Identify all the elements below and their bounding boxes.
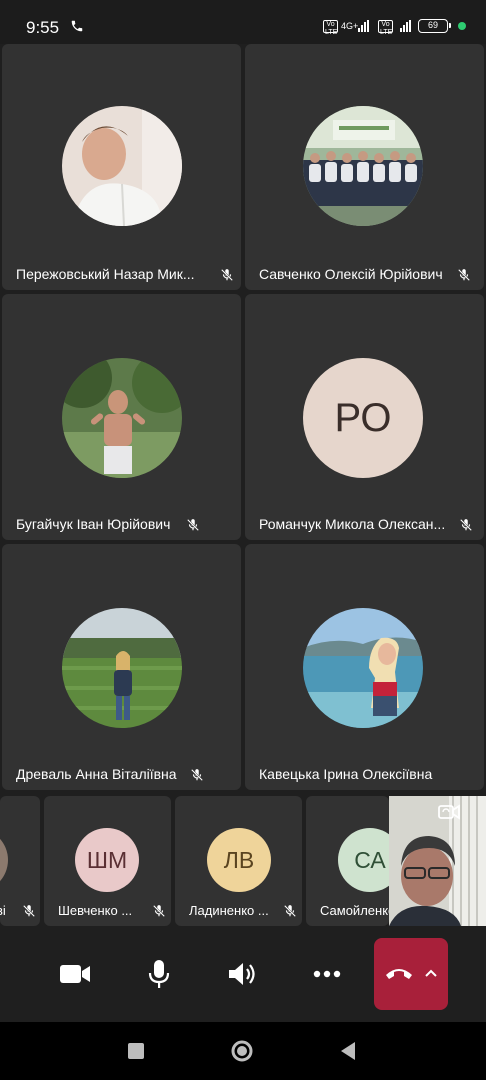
network-type: 4G+	[341, 20, 359, 31]
status-time: 9:55	[26, 18, 60, 37]
mic-off-icon	[458, 269, 470, 281]
privacy-indicator-icon	[458, 22, 466, 30]
mic-off-icon	[284, 905, 296, 917]
participant-tile[interactable]: Кавецька Ірина Олексіївна	[245, 544, 484, 790]
participant-name: Самойленко	[320, 903, 389, 918]
participant-tile[interactable]: Пережовський Назар Мик...	[2, 44, 241, 290]
status-icons: Vo LTE 4G+ Vo LTE 69	[323, 17, 466, 36]
status-bar: 9:55 Vo LTE 4G+ Vo LTE 69	[0, 0, 486, 44]
participant-name: Кавецька Ірина Олексіївна	[259, 766, 433, 782]
hang-up-icon	[386, 969, 412, 979]
participant-avatar-photo	[303, 106, 423, 226]
switch-camera-icon[interactable]	[437, 802, 461, 822]
mic-off-icon	[221, 269, 233, 281]
participant-strip-item[interactable]: ЛВ Ладиненко ...	[175, 796, 302, 926]
system-navigation-bar	[0, 1022, 486, 1080]
participant-avatar-initials: РО	[303, 358, 423, 478]
participant-strip-item[interactable]: ві	[0, 796, 40, 926]
microphone-button[interactable]	[142, 959, 176, 989]
video-camera-icon	[60, 965, 90, 983]
volte-badge-2: Vo LTE	[378, 19, 393, 36]
chevron-up-icon[interactable]	[424, 968, 438, 978]
speaker-button[interactable]	[226, 959, 260, 989]
participant-name: Савченко Олексій Юрійович	[259, 266, 443, 282]
mic-off-icon	[187, 519, 199, 531]
signal-icon	[358, 20, 369, 32]
participant-strip-item[interactable]: СА Самойленко	[306, 796, 389, 926]
back-icon[interactable]	[336, 1039, 360, 1063]
recents-icon[interactable]	[124, 1039, 148, 1063]
participant-avatar-photo	[303, 608, 423, 728]
mic-off-icon	[460, 519, 472, 531]
signal-icon-2	[400, 20, 411, 32]
volte-badge: Vo LTE	[323, 19, 338, 36]
end-call-button[interactable]	[374, 938, 448, 1010]
camera-button[interactable]	[58, 959, 92, 989]
participant-avatar-initials: СА	[338, 828, 389, 892]
more-icon	[313, 970, 341, 978]
participant-tile[interactable]: Древаль Анна Віталіївна	[2, 544, 241, 790]
participant-name: ві	[0, 903, 6, 918]
participant-name: Романчук Микола Олексан...	[259, 516, 446, 532]
participant-name: Бугайчук Іван Юрійович	[16, 516, 171, 532]
participant-name: Ладиненко ...	[189, 903, 269, 918]
more-options-button[interactable]	[310, 959, 344, 989]
participant-tile[interactable]: РО Романчук Микола Олексан...	[245, 294, 484, 540]
participant-name: Древаль Анна Віталіївна	[16, 766, 177, 782]
participant-avatar-photo	[62, 608, 182, 728]
participant-tile[interactable]: Бугайчук Іван Юрійович	[2, 294, 241, 540]
self-view-video[interactable]	[389, 796, 486, 926]
microphone-icon	[148, 960, 170, 988]
mic-off-icon	[153, 905, 165, 917]
battery-indicator: 69	[418, 19, 451, 33]
participant-avatar	[0, 828, 8, 892]
participant-name: Шевченко ...	[58, 903, 133, 918]
mic-off-icon	[191, 769, 203, 781]
participant-tile[interactable]: Савченко Олексій Юрійович	[245, 44, 484, 290]
home-icon[interactable]	[230, 1039, 254, 1063]
speaker-icon	[229, 963, 255, 985]
mic-off-icon	[23, 905, 35, 917]
call-controls	[0, 926, 486, 1022]
participant-avatar-initials: ЛВ	[207, 828, 271, 892]
participant-avatar-initials: ШМ	[75, 828, 139, 892]
participant-strip-item[interactable]: ШМ Шевченко ...	[44, 796, 171, 926]
participant-avatar-photo	[62, 106, 182, 226]
phone-call-icon	[71, 20, 83, 32]
participant-avatar-photo	[62, 358, 182, 478]
participant-name: Пережовський Назар Мик...	[16, 266, 195, 282]
